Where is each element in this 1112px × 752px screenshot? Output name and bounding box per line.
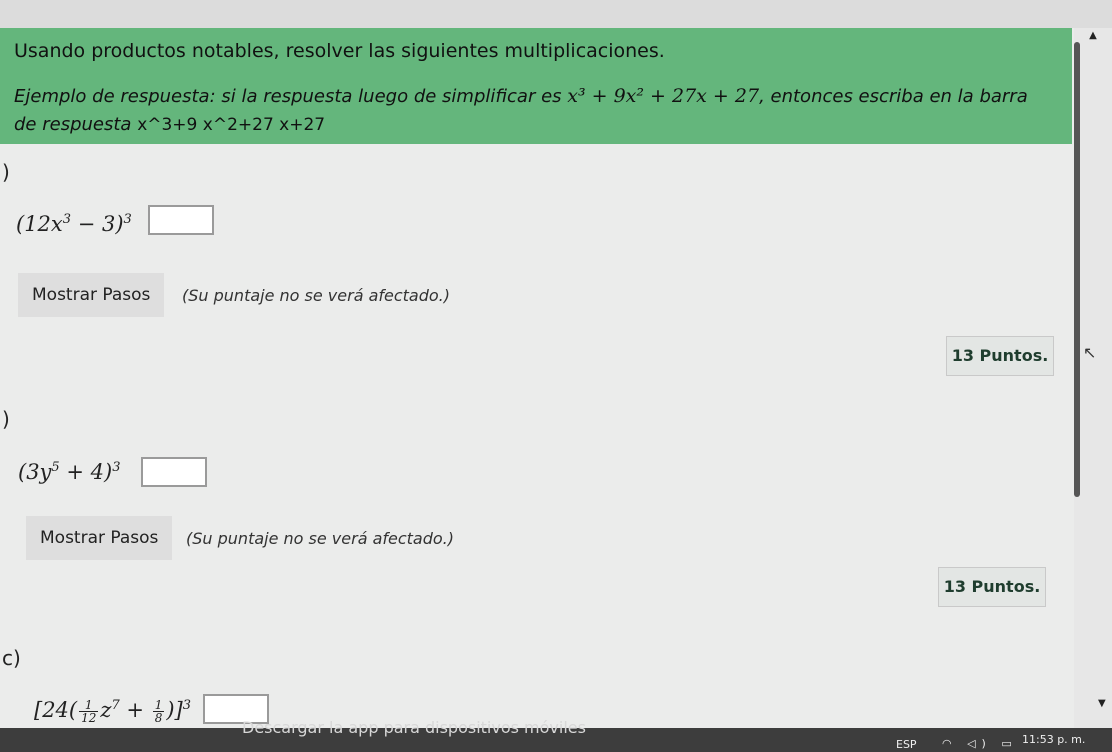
- problem-c-expression: [24(1 12 z7 + 1 8)]3: [34, 698, 192, 725]
- scroll-up-arrow-icon[interactable]: ▲: [1087, 30, 1099, 42]
- fraction-one-eighth: 18: [152, 698, 165, 725]
- instructions-banner: Usando productos notables, resolver las …: [0, 28, 1072, 144]
- problem-a-answer-input[interactable]: [148, 205, 214, 235]
- example-code: x^3+9 x^2+27 x+27: [137, 115, 326, 135]
- example-text: Ejemplo de respuesta: si la respuesta lu…: [14, 86, 562, 107]
- download-app-link[interactable]: Descargar la app para dispositivos móvil…: [242, 718, 586, 737]
- problem-b-expression: (3y5 + 4)3: [18, 460, 121, 484]
- problem-b-note: (Su puntaje no se verá afectado.): [186, 529, 455, 548]
- problem-a-points: 13 Puntos.: [946, 336, 1054, 376]
- language-indicator[interactable]: ESP: [896, 738, 917, 751]
- example-math: x³ + 9x² + 27x + 27: [567, 85, 760, 107]
- problem-a-expression: (12x3 − 3)3: [16, 212, 132, 236]
- mouse-pointer-icon: ↖: [1083, 343, 1097, 362]
- system-tray-icons[interactable]: ◠ ◁) ▭: [942, 737, 1018, 750]
- scroll-down-arrow-icon[interactable]: ▼: [1098, 698, 1106, 709]
- problem-b-points: 13 Puntos.: [938, 567, 1046, 607]
- problem-a-note: (Su puntaje no se verá afectado.): [182, 286, 451, 305]
- clock[interactable]: 11:53 p. m.: [1022, 733, 1085, 746]
- problem-a-show-steps-button[interactable]: Mostrar Pasos: [18, 273, 165, 317]
- problem-b-show-steps-button[interactable]: Mostrar Pasos: [26, 516, 173, 560]
- top-bar: [0, 0, 1112, 28]
- fraction-one-twelfth: 1 12: [79, 698, 99, 725]
- taskbar: Descargar la app para dispositivos móvil…: [0, 718, 1112, 752]
- example-answer: Ejemplo de respuesta: si la respuesta lu…: [14, 82, 1054, 139]
- problem-b-label: ): [2, 407, 10, 431]
- scrollbar-thumb[interactable]: [1074, 42, 1080, 497]
- instructions-title: Usando productos notables, resolver las …: [14, 40, 665, 62]
- problem-c-label: c): [2, 646, 21, 670]
- problem-a-label: ): [2, 160, 10, 184]
- problem-b-answer-input[interactable]: [141, 457, 207, 487]
